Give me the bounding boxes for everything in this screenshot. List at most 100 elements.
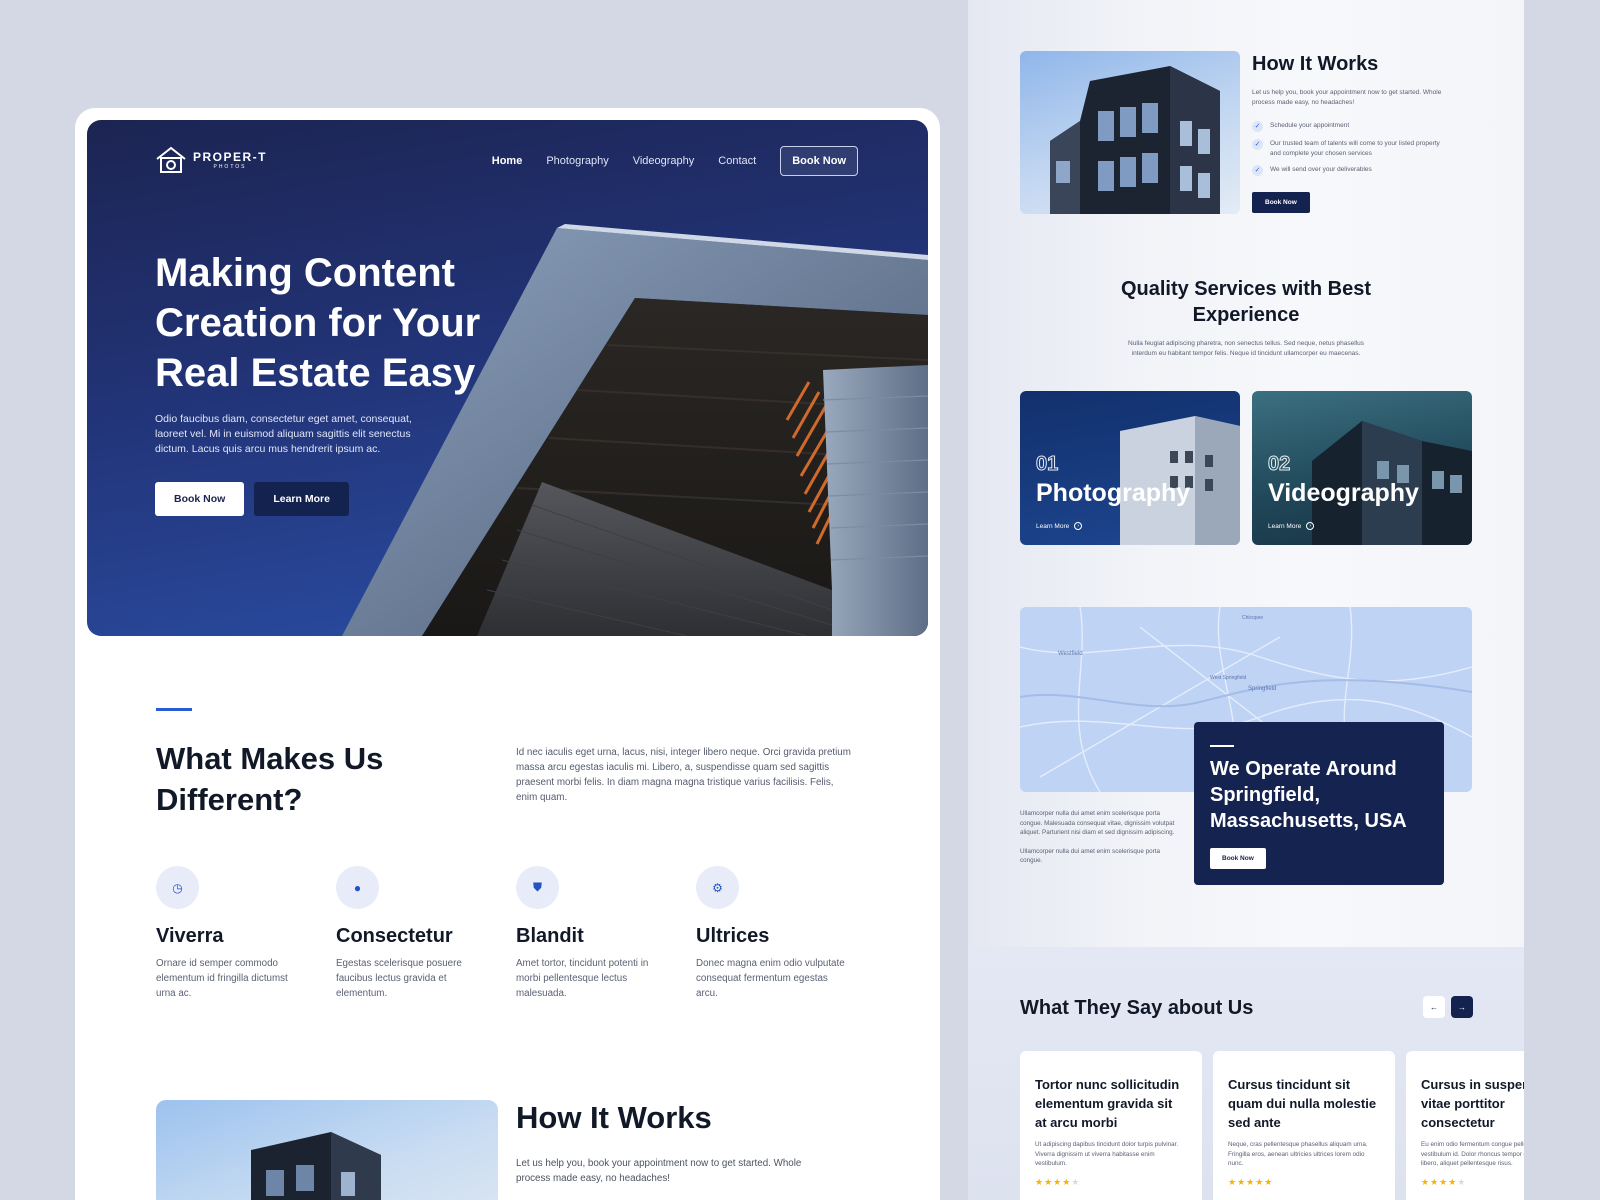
list-item: ✓ We will send over your deliverables [1252, 165, 1442, 176]
hero-learn-more-button[interactable]: Learn More [254, 482, 349, 516]
list-item: ✓ Our trusted team of talents will come … [1252, 139, 1442, 158]
service-learn-more-link[interactable]: Learn More › [1036, 522, 1083, 530]
star-icon: ★★★★★ [1228, 1176, 1274, 1187]
testimonial-card: Cursus tincidunt sit quam dui nulla mole… [1213, 1051, 1395, 1200]
testimonial-text: Ut adipiscing dapibus tincidunt dolor tu… [1035, 1141, 1179, 1167]
arrow-right-icon: › [1306, 522, 1315, 530]
feature-item: ⛊ Blandit Amet tortor, tincidunt potenti… [516, 866, 696, 1001]
nav-photography[interactable]: Photography [546, 155, 608, 167]
check-icon: ✓ [1252, 121, 1263, 132]
testimonials-title: What They Say about Us [1020, 997, 1254, 1019]
how-it-works-building-image [1020, 51, 1240, 214]
feature-text: Donec magna enim odio vulputate consequa… [696, 958, 845, 999]
feature-item: ◷ Viverra Ornare id semper commodo eleme… [156, 866, 336, 1001]
testimonial-card: Cursus in suspendisse vitae porttitor co… [1406, 1051, 1524, 1200]
service-area-book-button[interactable]: Book Now [1210, 848, 1266, 869]
clock-icon: ◷ [156, 866, 199, 909]
service-area-card: We Operate Around Springfield, Massachus… [1194, 722, 1444, 885]
house-camera-icon [156, 146, 186, 173]
different-text: Id nec iaculis eget urna, lacus, nisi, i… [516, 747, 851, 803]
testimonial-card: Tortor nunc sollicitudin elementum gravi… [1020, 1051, 1202, 1200]
services-text: Nulla feugiat adipiscing pharetra, non s… [1128, 340, 1364, 357]
feature-title: Viverra [156, 925, 224, 947]
service-learn-more-link[interactable]: Learn More › [1268, 522, 1315, 530]
main-nav: Home Photography Videography Contact Boo… [492, 146, 858, 176]
brand-logo[interactable]: PROPER-T PHOTOS [155, 146, 267, 174]
star-rating: ★★★★★ [1035, 1177, 1187, 1188]
inner-page-preview: How It Works Let us help you, book your … [968, 0, 1524, 1200]
hero-title: Making Content Creation for Your Real Es… [155, 251, 481, 395]
step-text: Schedule your appointment [1270, 122, 1350, 129]
map-text-1: Ullamcorper nulla dui amet enim sceleris… [1020, 810, 1175, 836]
how-it-works-title-small: How It Works [1252, 53, 1379, 75]
arrow-right-icon: › [1074, 522, 1083, 530]
service-area-title: We Operate Around Springfield, Massachus… [1210, 758, 1407, 832]
services-title: Quality Services with Best Experience [1120, 278, 1372, 326]
learn-more-label: Learn More [1036, 522, 1070, 530]
hero-section: PROPER-T PHOTOS Home Photography Videogr… [87, 120, 928, 636]
feature-item: ⚙ Ultrices Donec magna enim odio vulputa… [696, 866, 876, 1001]
nav-home[interactable]: Home [492, 155, 523, 167]
feature-item: ● Consectetur Egestas scelerisque posuer… [336, 866, 516, 1001]
how-it-works-title: How It Works [516, 1100, 712, 1135]
learn-more-label: Learn More [1268, 522, 1302, 530]
check-icon: ✓ [1252, 139, 1263, 150]
star-rating: ★★★★★ [1228, 1177, 1380, 1188]
testimonial-quote: Tortor nunc sollicitudin elementum gravi… [1035, 1077, 1180, 1130]
list-item: ✓ Schedule your appointment [1252, 121, 1442, 132]
check-icon: ✓ [1252, 165, 1263, 176]
nav-book-now-button[interactable]: Book Now [780, 146, 858, 176]
service-card-videography[interactable]: 02 Videography Learn More › [1252, 391, 1472, 545]
logo-name: PROPER-T [193, 149, 268, 164]
map-label: Westfield [1058, 651, 1083, 657]
hero-subtitle: Odio faucibus diam, consectetur eget ame… [155, 413, 412, 455]
star-icon: ★ [1071, 1176, 1081, 1187]
different-title: What Makes Us Different? [156, 741, 384, 817]
testimonials-section: What They Say about Us ← → Tortor nunc s… [968, 947, 1524, 1200]
steps-list: ✓ Schedule your appointment ✓ Our truste… [1252, 121, 1442, 183]
testimonial-text: Eu enim odio fermentum congue pellentesq… [1421, 1141, 1524, 1167]
feature-title: Ultrices [696, 925, 770, 947]
how-it-works-text: Let us help you, book your appointment n… [516, 1158, 802, 1184]
prev-arrow-button[interactable]: ← [1423, 996, 1445, 1018]
feature-title: Consectetur [336, 925, 453, 947]
how-it-works-text-small: Let us help you, book your appointment n… [1252, 89, 1442, 106]
star-icon: ★ [1457, 1176, 1467, 1187]
feature-text: Egestas scelerisque posuere faucibus lec… [336, 958, 462, 999]
service-name: Photography [1036, 479, 1191, 507]
next-arrow-button[interactable]: → [1451, 996, 1473, 1018]
step-text: We will send over your deliverables [1270, 166, 1372, 173]
feature-text: Amet tortor, tincidunt potenti in morbi … [516, 958, 649, 999]
feature-text: Ornare id semper commodo elementum id fr… [156, 958, 288, 999]
map-label: Springfield [1248, 686, 1276, 692]
nav-contact[interactable]: Contact [718, 155, 756, 167]
gear-icon: ⚙ [696, 866, 739, 909]
features-list: ◷ Viverra Ornare id semper commodo eleme… [156, 866, 876, 1001]
service-number: 02 [1267, 453, 1291, 476]
card-accent-line [1210, 745, 1234, 747]
map-label: West Springfield [1210, 675, 1247, 681]
how-it-works-image [156, 1100, 498, 1200]
shield-icon: ⛊ [516, 866, 559, 909]
feature-title: Blandit [516, 925, 584, 947]
service-number: 01 [1035, 453, 1059, 476]
hero-book-now-button[interactable]: Book Now [155, 482, 245, 516]
star-icon: ★★★★ [1035, 1176, 1072, 1187]
hero-buttons: Book Now Learn More [155, 482, 349, 516]
landing-page-preview: PROPER-T PHOTOS Home Photography Videogr… [75, 108, 940, 1200]
star-icon: ★★★★ [1421, 1176, 1458, 1187]
testimonial-text: Neque, cras pellentesque phasellus aliqu… [1228, 1141, 1368, 1167]
how-book-now-button[interactable]: Book Now [1252, 192, 1310, 213]
step-text: Our trusted team of talents will come to… [1270, 140, 1440, 157]
testimonial-quote: Cursus in suspendisse vitae porttitor co… [1421, 1077, 1524, 1130]
logo-sub: PHOTOS [213, 163, 247, 170]
map-label: Chicopee [1242, 615, 1263, 621]
chat-icon: ● [336, 866, 379, 909]
nav-videography[interactable]: Videography [633, 155, 695, 167]
map-description: Ullamcorper nulla dui amet enim sceleris… [1020, 809, 1180, 866]
star-rating: ★★★★★ [1421, 1177, 1524, 1188]
service-card-photography[interactable]: 01 Photography Learn More › [1020, 391, 1240, 545]
testimonial-quote: Cursus tincidunt sit quam dui nulla mole… [1228, 1077, 1377, 1130]
map-text-2: Ullamcorper nulla dui amet enim sceleris… [1020, 847, 1160, 865]
service-name: Videography [1268, 479, 1419, 507]
